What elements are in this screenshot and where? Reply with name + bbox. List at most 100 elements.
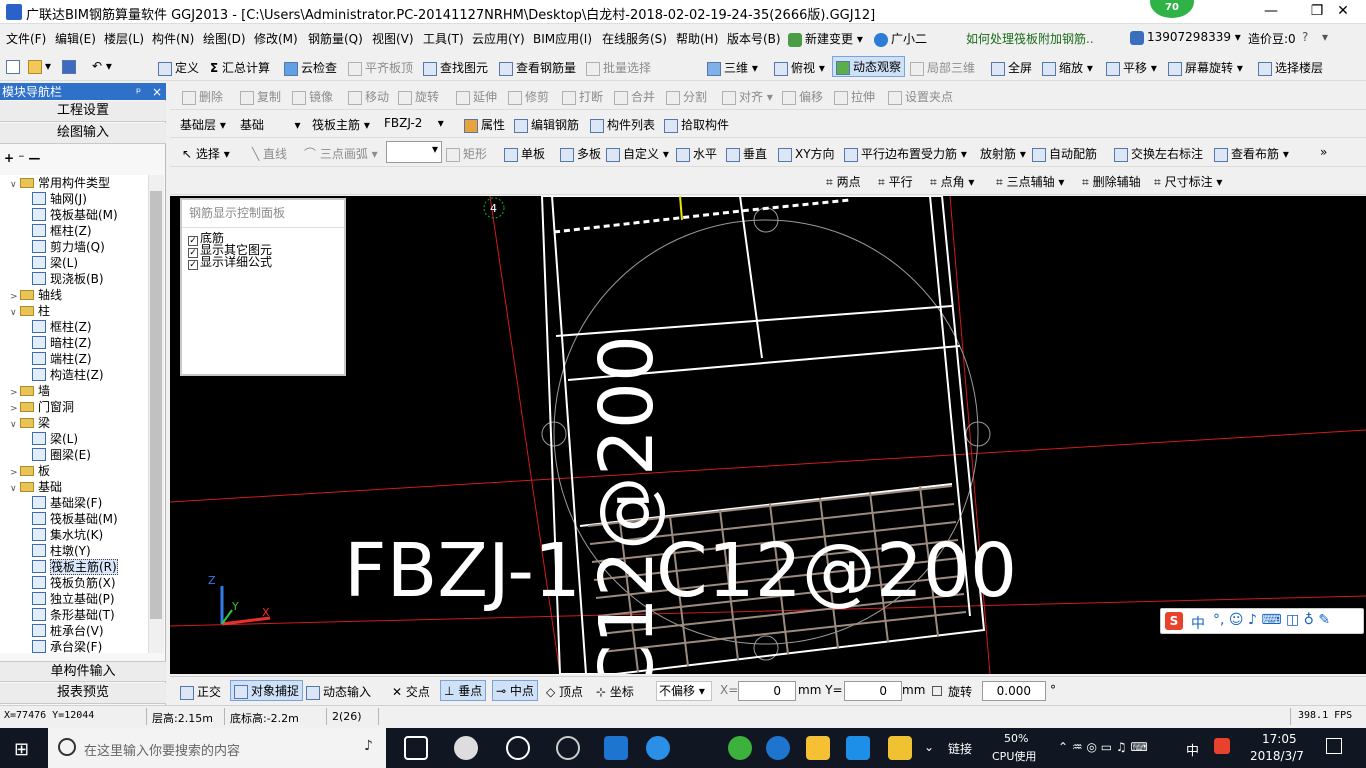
dynamic-input-button[interactable]: 动态输入 [306, 683, 371, 700]
ie-blue-icon[interactable] [646, 736, 670, 760]
tree-item[interactable]: 柱墩(Y) [32, 543, 91, 559]
menu-online[interactable]: 在线服务(S) [602, 30, 667, 47]
menu-bim[interactable]: BIM应用(I) [533, 30, 592, 47]
object-snap-button[interactable]: 对象捕捉 [230, 680, 304, 701]
tree-scrollbar-thumb[interactable] [150, 191, 162, 619]
fan-app-icon[interactable] [454, 736, 478, 760]
tree-folder[interactable]: > 轴线 [10, 287, 62, 303]
find-element-button[interactable]: 查找图元 [423, 59, 488, 76]
drawing-input-button[interactable]: 绘图输入 [0, 123, 166, 144]
define-button[interactable]: 定义 [158, 59, 199, 76]
vertical-button[interactable]: 垂直 [726, 145, 767, 162]
select-floor-button[interactable]: 选择楼层 [1258, 59, 1323, 76]
project-settings-button[interactable]: 工程设置 [0, 101, 166, 122]
tree-item[interactable]: 构造柱(Z) [32, 367, 104, 383]
tree-folder[interactable]: ∨ 基础 [10, 479, 62, 495]
sogou-icon[interactable]: S [1165, 612, 1183, 630]
clock-date[interactable]: 2018/3/7 [1250, 749, 1304, 763]
tree-item[interactable]: 桩承台(V) [32, 623, 104, 639]
menu-version[interactable]: 版本号(B) [727, 30, 781, 47]
mirror-button[interactable]: 镜像 [292, 88, 333, 105]
taskbar-search[interactable]: 在这里输入你要搜索的内容 ♪ [48, 728, 386, 768]
menu-view[interactable]: 视图(V) [372, 30, 414, 47]
flat-top-button[interactable]: 平齐板顶 [348, 59, 413, 76]
menu-help[interactable]: 帮助(H) [676, 30, 718, 47]
tree-item[interactable]: 端柱(Z) [32, 351, 92, 367]
tree-item[interactable]: 梁(L) [32, 431, 78, 447]
menu-modify[interactable]: 修改(M) [254, 30, 298, 47]
tree-folder[interactable]: > 板 [10, 463, 50, 479]
delete-button[interactable]: 删除 [182, 88, 223, 105]
tree-item[interactable]: 承台梁(F) [32, 639, 102, 653]
menu-floor[interactable]: 楼层(L) [104, 30, 144, 47]
green-app-icon[interactable] [728, 736, 752, 760]
more-icon[interactable]: » [1320, 145, 1327, 159]
rotate-button[interactable]: 旋转 [398, 88, 439, 105]
pick-element-button[interactable]: 拾取构件 [664, 116, 729, 133]
menu-edit[interactable]: 编辑(E) [55, 30, 96, 47]
start-icon[interactable]: ⊞ [14, 739, 29, 760]
cloud-check-button[interactable]: 云检查 [284, 59, 337, 76]
ime-indicator[interactable]: 中 [1186, 740, 1199, 759]
tree-folder[interactable]: > 墙 [10, 383, 50, 399]
y-input[interactable]: 0 [844, 681, 902, 701]
break-button[interactable]: 打断 [562, 88, 603, 105]
view-layout-button[interactable]: 查看布筋 ▾ [1214, 145, 1289, 162]
vertex-button[interactable]: ◇ 顶点 [546, 683, 583, 700]
undo-icon[interactable]: ↶ ▾ [92, 59, 112, 73]
new-change-button[interactable]: 新建变更 ▾ [788, 30, 863, 47]
set-vertex-button[interactable]: 设置夹点 [888, 88, 953, 105]
merge-button[interactable]: 合并 [614, 88, 655, 105]
single-input-button[interactable]: 单构件输入 [0, 661, 166, 682]
arc-options-dropdown[interactable]: ▾ [386, 141, 442, 163]
delete-axis-button[interactable]: ⌗ 删除辅轴 [1082, 173, 1141, 190]
auto-rebar-button[interactable]: 自动配筋 [1032, 145, 1097, 162]
tree-folder[interactable]: ∨ 常用构件类型 [10, 175, 110, 191]
tree-item[interactable]: 框柱(Z) [32, 223, 92, 239]
notification-icon[interactable] [1326, 738, 1342, 754]
trim-button[interactable]: 修剪 [508, 88, 549, 105]
tree-item[interactable]: 轴网(J) [32, 191, 87, 207]
menu-file[interactable]: 文件(F) [6, 30, 46, 47]
tree-item[interactable]: 筏板负筋(X) [32, 575, 116, 591]
ie-icon[interactable] [506, 736, 530, 760]
tray-icons[interactable]: ⌃ ♒ ◎ ▭ ♫ ⌨ [1058, 740, 1148, 754]
drawing-canvas[interactable]: 4 FBZJ-1 C12@200 C12@200 Z Y X 钢筋显示控制面板 … [170, 196, 1366, 674]
collapse-all-icon[interactable]: — [28, 151, 40, 165]
sogou-tray-icon[interactable] [1214, 738, 1230, 754]
tree-item[interactable]: 筏板基础(M) [32, 511, 118, 527]
level-badge[interactable]: 70 [1150, 0, 1194, 18]
tree-item[interactable]: 筏板主筋(R) [32, 559, 118, 575]
view-rebar-button[interactable]: 查看钢筋量 [499, 59, 576, 76]
offset-button[interactable]: 偏移 [782, 88, 823, 105]
tree-item[interactable]: 剪力墙(Q) [32, 239, 105, 255]
collapse-icon[interactable]: ∨ [10, 177, 20, 193]
panel-close-icon[interactable]: × [152, 85, 162, 99]
stretch-button[interactable]: 拉伸 [834, 88, 875, 105]
question-link[interactable]: 如何处理筏板附加钢筋.. [966, 30, 1094, 47]
menu-tools[interactable]: 工具(T) [423, 30, 464, 47]
radial-button[interactable]: 放射筋 ▾ [980, 145, 1026, 162]
edit-rebar-button[interactable]: 编辑钢筋 [514, 116, 579, 133]
browser-icon[interactable] [556, 736, 580, 760]
ime-lang[interactable]: 中 [1191, 613, 1205, 633]
edge-icon[interactable] [604, 736, 628, 760]
line-button[interactable]: ╲ 直线 [252, 145, 287, 162]
report-preview-button[interactable]: 报表预览 [0, 683, 166, 704]
properties-button[interactable]: 属性 [464, 116, 505, 133]
perpendicular-button[interactable]: ⊥ 垂点 [440, 680, 487, 701]
ortho-button[interactable]: 正交 [180, 683, 221, 700]
arc-button[interactable]: ⌒ 三点画弧 ▾ [304, 145, 378, 162]
new-file-icon[interactable] [6, 59, 23, 74]
ime-toolbar[interactable]: S 中 °, ☺ ♪ ⌨ ◫ ♁ ✎ [1160, 608, 1364, 634]
tree-folder[interactable]: ∨ 梁 [10, 415, 50, 431]
three-point-axis-button[interactable]: ⌗ 三点辅轴 ▾ [996, 173, 1064, 190]
extend-button[interactable]: 延伸 [456, 88, 497, 105]
rotate-checkbox[interactable]: 旋转 [932, 683, 972, 700]
parallel-edge-button[interactable]: 平行边布置受力筋 ▾ [844, 145, 967, 162]
ribbon-icon[interactable]: ▾ [1322, 30, 1328, 44]
checkbox-show-detailed-formula[interactable]: ✓ 显示详细公式 [188, 256, 272, 270]
tree-folder[interactable]: ∨ 柱 [10, 303, 50, 319]
tree-item[interactable]: 现浇板(B) [32, 271, 104, 287]
mic-icon[interactable]: ♪ [364, 738, 373, 754]
